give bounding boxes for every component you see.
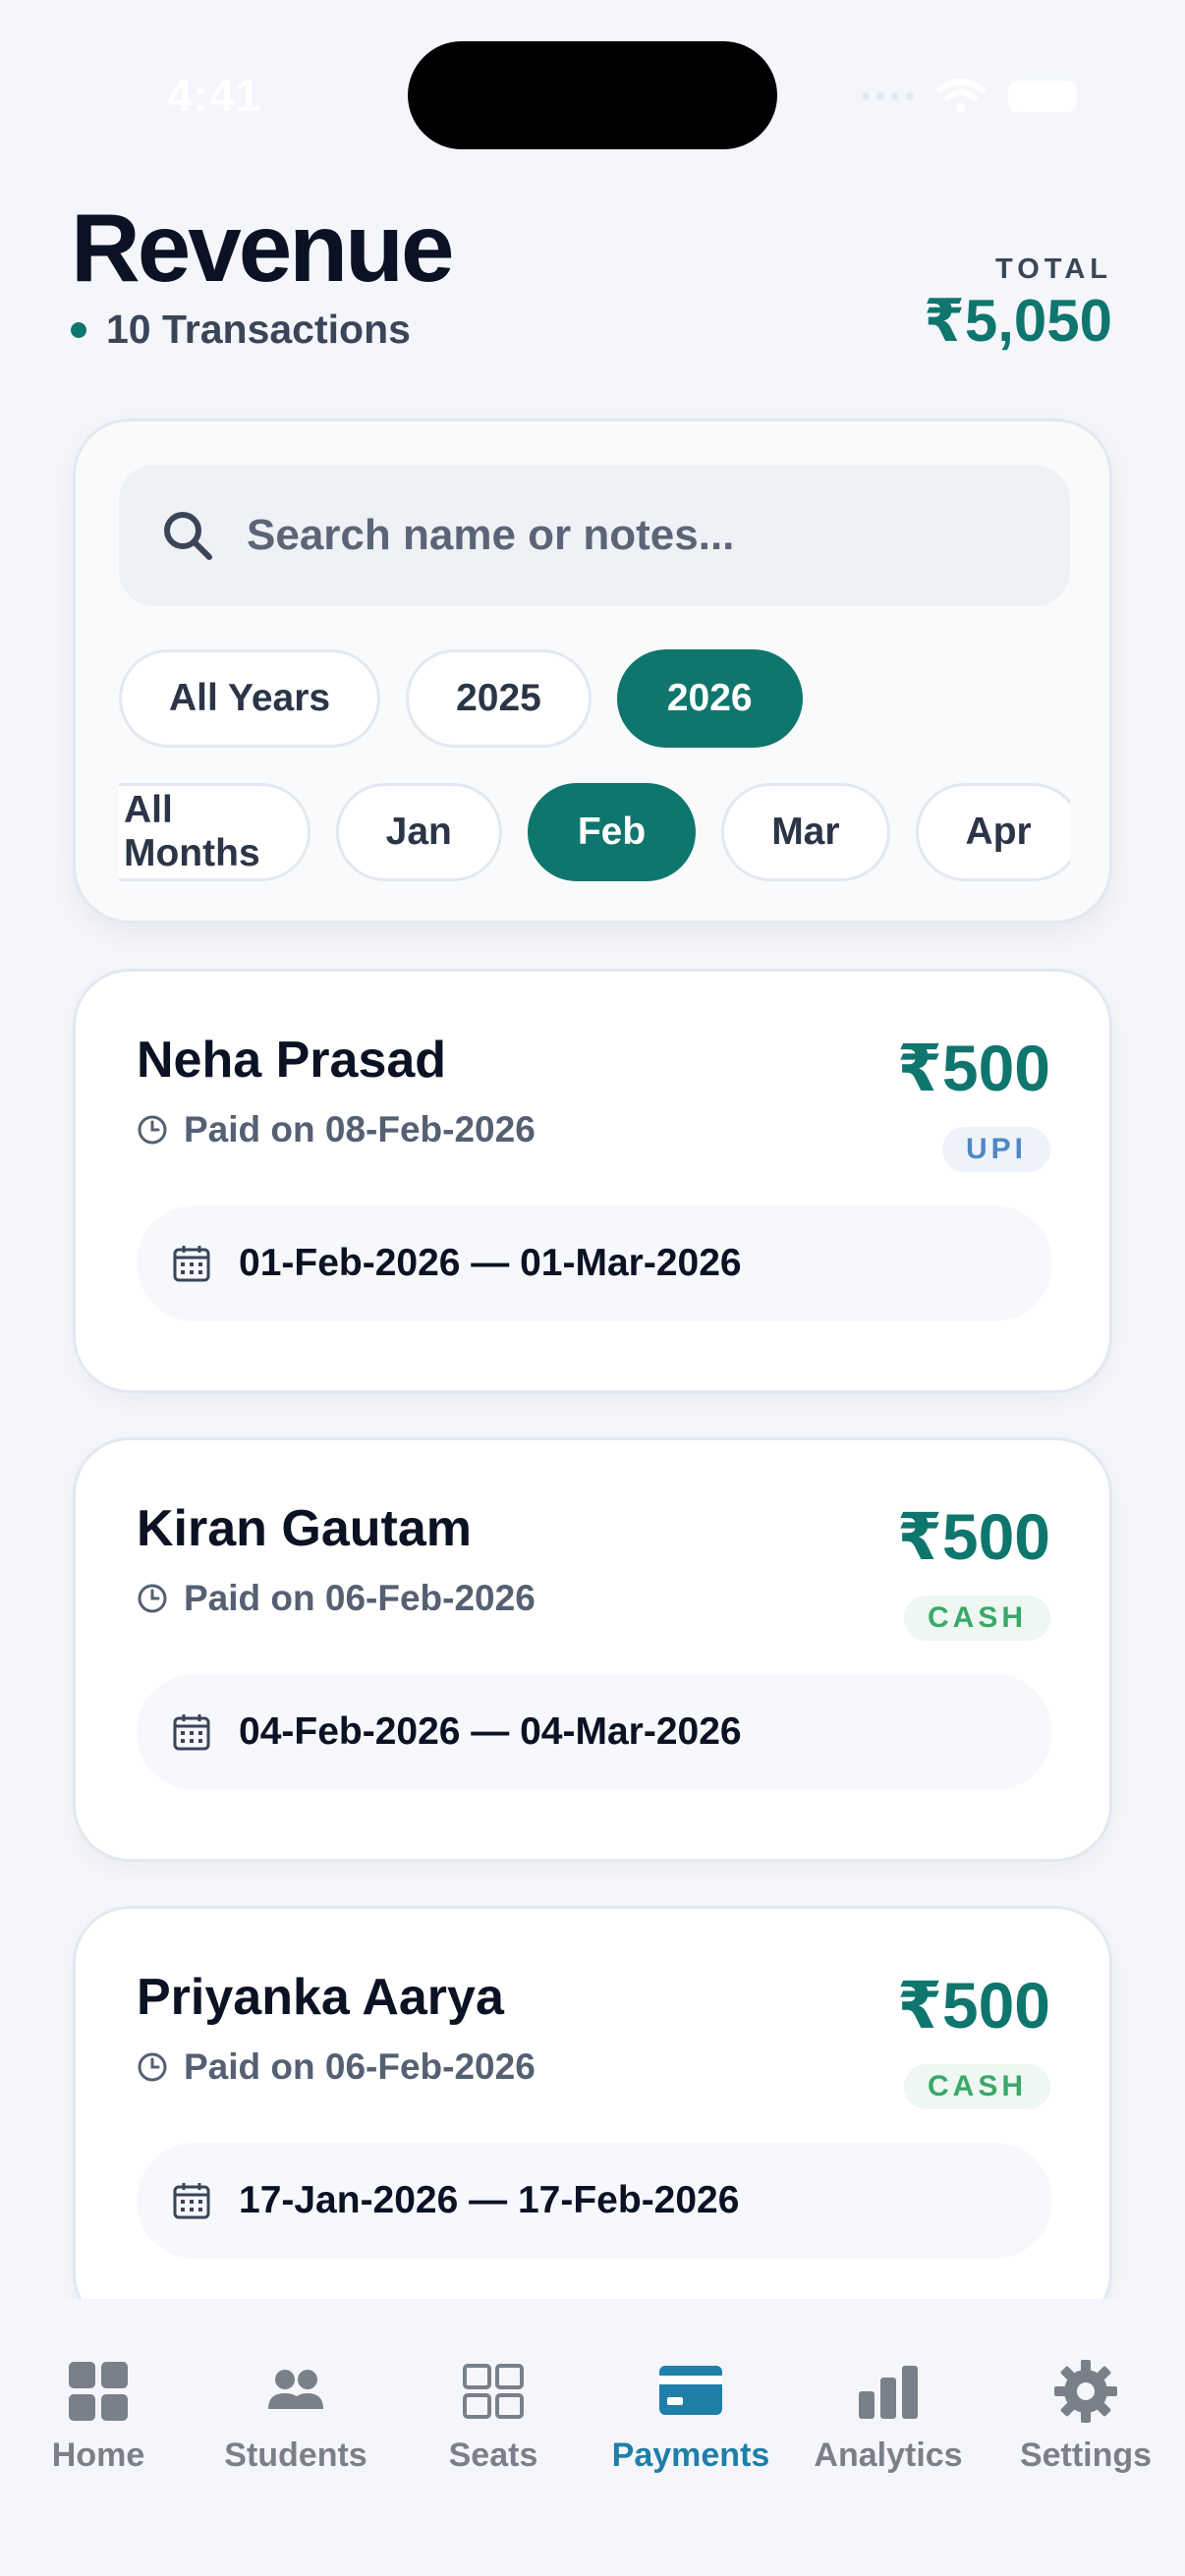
revenue-screen: 4:41 Revenue 10 Transactions TOTAL ₹5,05… (0, 0, 1185, 2576)
calendar-icon (173, 1714, 210, 1751)
paid-on: Paid on 06-Feb-2026 (137, 2046, 536, 2088)
battery-icon (1008, 81, 1077, 112)
paid-on-date: Paid on 06-Feb-2026 (184, 1578, 536, 1618)
payment-card[interactable]: Kiran Gautam Paid on 06-Feb-2026 ₹500 CA… (73, 1437, 1112, 1862)
paid-on: Paid on 06-Feb-2026 (137, 1578, 536, 1619)
page-title: Revenue (71, 194, 455, 302)
clock-icon (138, 2052, 167, 2082)
subscription-period: 04-Feb-2026 — 04-Mar-2026 (137, 1674, 1052, 1790)
search-input[interactable]: Search name or notes... (119, 465, 1070, 606)
payment-amount: ₹500 (896, 1500, 1050, 1573)
tab-label: Payments (611, 2436, 770, 2474)
subscription-period: 17-Jan-2026 — 17-Feb-2026 (137, 2143, 1052, 2259)
tab-analytics[interactable]: Analytics (790, 2358, 987, 2475)
calendar-icon (173, 1246, 210, 1282)
year-chip-2026[interactable]: 2026 (616, 649, 803, 748)
tab-seats[interactable]: Seats (395, 2358, 592, 2475)
month-chip-apr[interactable]: Apr (915, 783, 1070, 881)
payment-method-badge: CASH (903, 2064, 1050, 2109)
month-filter-row: All Months Jan Feb Mar Apr (119, 783, 1070, 881)
tab-label: Home (51, 2436, 145, 2474)
payer-name: Kiran Gautam (137, 1500, 472, 1557)
bottom-tab-bar: Home Students Seats Payments Analytics S… (0, 2299, 1185, 2576)
payment-card[interactable]: Neha Prasad Paid on 08-Feb-2026 ₹500 UPI… (73, 969, 1112, 1393)
total-label: TOTAL (995, 253, 1112, 285)
tab-label: Students (224, 2436, 367, 2474)
payment-card[interactable]: Priyanka Aarya Paid on 06-Feb-2026 ₹500 … (73, 1906, 1112, 2330)
status-icons (862, 77, 1077, 116)
transaction-count-label: 10 Transactions (106, 307, 411, 352)
tab-label: Seats (448, 2436, 538, 2474)
tab-home[interactable]: Home (0, 2358, 197, 2475)
period-range: 04-Feb-2026 — 04-Mar-2026 (239, 1710, 742, 1753)
tab-payments[interactable]: Payments (592, 2358, 789, 2475)
dynamic-island (408, 41, 777, 149)
calendar-icon (173, 2183, 210, 2219)
month-filter-scroller[interactable]: All Months Jan Feb Mar Apr (119, 783, 1070, 887)
year-chip-2025[interactable]: 2025 (406, 649, 592, 748)
students-icon (268, 2370, 323, 2409)
tab-label: Settings (1019, 2436, 1153, 2474)
year-chip-all[interactable]: All Years (119, 649, 381, 748)
month-chip-mar[interactable]: Mar (721, 783, 890, 881)
tab-settings[interactable]: Settings (988, 2358, 1184, 2475)
search-placeholder: Search name or notes... (247, 511, 735, 559)
search-icon (164, 512, 212, 560)
wifi-icon (936, 79, 986, 113)
tab-students[interactable]: Students (198, 2358, 394, 2475)
seats-grid-icon (463, 2364, 524, 2419)
period-range: 17-Jan-2026 — 17-Feb-2026 (239, 2179, 740, 2221)
gear-icon (1054, 2360, 1117, 2423)
month-chip-all[interactable]: All Months (119, 783, 310, 881)
month-chip-jan[interactable]: Jan (335, 783, 502, 881)
paid-on: Paid on 08-Feb-2026 (137, 1109, 536, 1150)
period-range: 01-Feb-2026 — 01-Mar-2026 (239, 1242, 742, 1284)
status-time: 4:41 (167, 70, 262, 121)
payment-method-badge: CASH (903, 1596, 1050, 1641)
credit-card-icon (659, 2366, 722, 2415)
home-grid-icon (69, 2362, 128, 2421)
paid-on-date: Paid on 06-Feb-2026 (184, 2046, 536, 2087)
subscription-period: 01-Feb-2026 — 01-Mar-2026 (137, 1205, 1052, 1321)
payment-method-badge: UPI (941, 1127, 1050, 1172)
signal-icon (862, 92, 914, 100)
payer-name: Priyanka Aarya (137, 1969, 504, 2026)
payment-amount: ₹500 (896, 1032, 1050, 1104)
payment-amount: ₹500 (896, 1969, 1050, 2042)
status-dot-icon (71, 321, 86, 338)
payer-name: Neha Prasad (137, 1032, 447, 1089)
paid-on-date: Paid on 08-Feb-2026 (184, 1109, 536, 1149)
year-filter-row: All Years 2025 2026 (119, 649, 803, 748)
total-value: ₹5,050 (924, 288, 1112, 354)
bar-chart-icon (859, 2366, 918, 2419)
tab-label: Analytics (814, 2436, 963, 2474)
transaction-count: 10 Transactions (71, 307, 411, 353)
filter-card: Search name or notes... All Years 2025 2… (73, 419, 1112, 924)
clock-icon (138, 1115, 167, 1145)
clock-icon (138, 1584, 167, 1613)
month-chip-feb[interactable]: Feb (527, 783, 697, 881)
